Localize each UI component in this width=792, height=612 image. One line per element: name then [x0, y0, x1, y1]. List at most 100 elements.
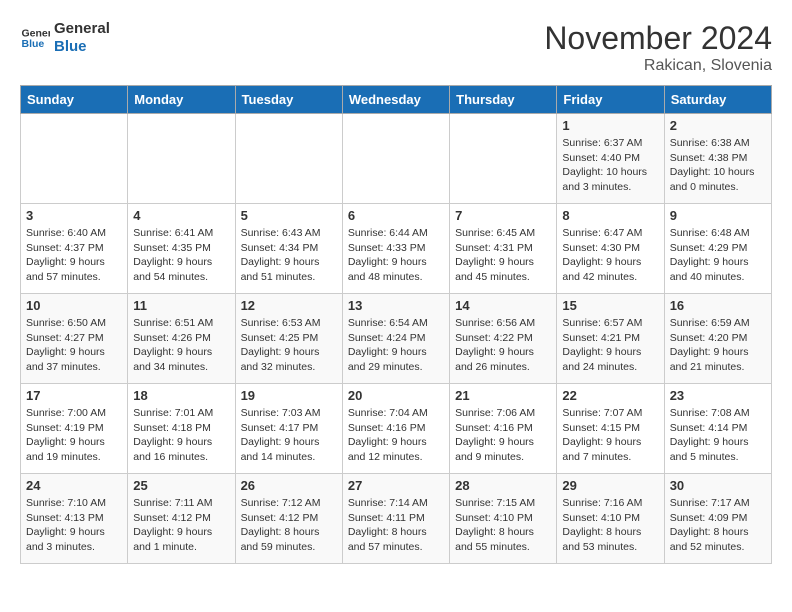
day-info: Sunrise: 7:00 AM Sunset: 4:19 PM Dayligh…: [26, 406, 122, 465]
calendar-cell: 8 Sunrise: 6:47 AM Sunset: 4:30 PM Daylig…: [557, 204, 664, 294]
week-row-4: 24 Sunrise: 7:10 AM Sunset: 4:13 PM Dayli…: [21, 474, 772, 564]
day-number: 24: [26, 478, 122, 493]
header-row: SundayMondayTuesdayWednesdayThursdayFrid…: [21, 86, 772, 114]
day-info: Sunrise: 7:17 AM Sunset: 4:09 PM Dayligh…: [670, 496, 766, 555]
day-number: 8: [562, 208, 658, 223]
calendar-body: 1 Sunrise: 6:37 AM Sunset: 4:40 PM Daylig…: [21, 114, 772, 564]
svg-text:Blue: Blue: [22, 38, 45, 50]
calendar-cell: 26 Sunrise: 7:12 AM Sunset: 4:12 PM Dayli…: [235, 474, 342, 564]
calendar-cell: 27 Sunrise: 7:14 AM Sunset: 4:11 PM Dayli…: [342, 474, 449, 564]
day-number: 29: [562, 478, 658, 493]
day-number: 18: [133, 388, 229, 403]
day-info: Sunrise: 7:12 AM Sunset: 4:12 PM Dayligh…: [241, 496, 337, 555]
calendar-cell: [128, 114, 235, 204]
day-number: 5: [241, 208, 337, 223]
day-number: 10: [26, 298, 122, 313]
day-info: Sunrise: 6:50 AM Sunset: 4:27 PM Dayligh…: [26, 316, 122, 375]
calendar-cell: 5 Sunrise: 6:43 AM Sunset: 4:34 PM Daylig…: [235, 204, 342, 294]
logo-icon: General Blue: [20, 23, 50, 53]
calendar-cell: 25 Sunrise: 7:11 AM Sunset: 4:12 PM Dayli…: [128, 474, 235, 564]
calendar-cell: [450, 114, 557, 204]
calendar-cell: 30 Sunrise: 7:17 AM Sunset: 4:09 PM Dayli…: [664, 474, 771, 564]
calendar-cell: 1 Sunrise: 6:37 AM Sunset: 4:40 PM Daylig…: [557, 114, 664, 204]
day-number: 30: [670, 478, 766, 493]
calendar-cell: [235, 114, 342, 204]
weekday-header-sunday: Sunday: [21, 86, 128, 114]
calendar-cell: 21Sunrise: 7:06 AM Sunset: 4:16 PM Dayli…: [450, 384, 557, 474]
calendar-cell: 15 Sunrise: 6:57 AM Sunset: 4:21 PM Dayli…: [557, 294, 664, 384]
title-block: November 2024 Rakican, Slovenia: [544, 20, 772, 75]
day-number: 27: [348, 478, 444, 493]
logo: General Blue General Blue: [20, 20, 110, 56]
day-info: Sunrise: 7:15 AM Sunset: 4:10 PM Dayligh…: [455, 496, 551, 555]
day-info: Sunrise: 7:16 AM Sunset: 4:10 PM Dayligh…: [562, 496, 658, 555]
day-info: Sunrise: 6:44 AM Sunset: 4:33 PM Dayligh…: [348, 226, 444, 285]
day-number: 17: [26, 388, 122, 403]
calendar-cell: 11Sunrise: 6:51 AM Sunset: 4:26 PM Dayli…: [128, 294, 235, 384]
location: Rakican, Slovenia: [544, 57, 772, 75]
day-info: Sunrise: 6:59 AM Sunset: 4:20 PM Dayligh…: [670, 316, 766, 375]
calendar-cell: 22Sunrise: 7:07 AM Sunset: 4:15 PM Dayli…: [557, 384, 664, 474]
day-info: Sunrise: 6:37 AM Sunset: 4:40 PM Dayligh…: [562, 136, 658, 195]
calendar-cell: 16 Sunrise: 6:59 AM Sunset: 4:20 PM Dayli…: [664, 294, 771, 384]
weekday-header-tuesday: Tuesday: [235, 86, 342, 114]
day-info: Sunrise: 7:11 AM Sunset: 4:12 PM Dayligh…: [133, 496, 229, 555]
calendar-cell: 18 Sunrise: 7:01 AM Sunset: 4:18 PM Dayli…: [128, 384, 235, 474]
calendar-cell: 12Sunrise: 6:53 AM Sunset: 4:25 PM Dayli…: [235, 294, 342, 384]
calendar-cell: 17 Sunrise: 7:00 AM Sunset: 4:19 PM Dayli…: [21, 384, 128, 474]
day-number: 13: [348, 298, 444, 313]
day-info: Sunrise: 6:56 AM Sunset: 4:22 PM Dayligh…: [455, 316, 551, 375]
calendar-cell: 2Sunrise: 6:38 AM Sunset: 4:38 PM Daylig…: [664, 114, 771, 204]
day-info: Sunrise: 6:40 AM Sunset: 4:37 PM Dayligh…: [26, 226, 122, 285]
month-title: November 2024: [544, 20, 772, 57]
day-number: 12: [241, 298, 337, 313]
day-number: 26: [241, 478, 337, 493]
day-info: Sunrise: 6:38 AM Sunset: 4:38 PM Dayligh…: [670, 136, 766, 195]
logo-line1: General: [54, 20, 110, 38]
day-info: Sunrise: 6:57 AM Sunset: 4:21 PM Dayligh…: [562, 316, 658, 375]
day-info: Sunrise: 6:48 AM Sunset: 4:29 PM Dayligh…: [670, 226, 766, 285]
day-info: Sunrise: 7:03 AM Sunset: 4:17 PM Dayligh…: [241, 406, 337, 465]
day-info: Sunrise: 7:14 AM Sunset: 4:11 PM Dayligh…: [348, 496, 444, 555]
day-number: 3: [26, 208, 122, 223]
day-info: Sunrise: 6:47 AM Sunset: 4:30 PM Dayligh…: [562, 226, 658, 285]
day-number: 16: [670, 298, 766, 313]
week-row-0: 1 Sunrise: 6:37 AM Sunset: 4:40 PM Daylig…: [21, 114, 772, 204]
day-info: Sunrise: 6:45 AM Sunset: 4:31 PM Dayligh…: [455, 226, 551, 285]
day-number: 22: [562, 388, 658, 403]
calendar-cell: 13 Sunrise: 6:54 AM Sunset: 4:24 PM Dayli…: [342, 294, 449, 384]
day-number: 1: [562, 118, 658, 133]
day-info: Sunrise: 7:01 AM Sunset: 4:18 PM Dayligh…: [133, 406, 229, 465]
calendar-cell: 10 Sunrise: 6:50 AM Sunset: 4:27 PM Dayli…: [21, 294, 128, 384]
page-header: General Blue General Blue November 2024 …: [20, 20, 772, 75]
calendar-cell: 28 Sunrise: 7:15 AM Sunset: 4:10 PM Dayli…: [450, 474, 557, 564]
logo-line2: Blue: [54, 38, 110, 56]
calendar-cell: 14Sunrise: 6:56 AM Sunset: 4:22 PM Dayli…: [450, 294, 557, 384]
calendar-cell: 9 Sunrise: 6:48 AM Sunset: 4:29 PM Daylig…: [664, 204, 771, 294]
day-info: Sunrise: 6:51 AM Sunset: 4:26 PM Dayligh…: [133, 316, 229, 375]
calendar-cell: 24 Sunrise: 7:10 AM Sunset: 4:13 PM Dayli…: [21, 474, 128, 564]
day-info: Sunrise: 7:04 AM Sunset: 4:16 PM Dayligh…: [348, 406, 444, 465]
calendar-cell: 23Sunrise: 7:08 AM Sunset: 4:14 PM Dayli…: [664, 384, 771, 474]
day-number: 9: [670, 208, 766, 223]
day-info: Sunrise: 6:43 AM Sunset: 4:34 PM Dayligh…: [241, 226, 337, 285]
day-number: 28: [455, 478, 551, 493]
day-info: Sunrise: 6:54 AM Sunset: 4:24 PM Dayligh…: [348, 316, 444, 375]
calendar-cell: 4Sunrise: 6:41 AM Sunset: 4:35 PM Daylig…: [128, 204, 235, 294]
day-number: 15: [562, 298, 658, 313]
week-row-2: 10 Sunrise: 6:50 AM Sunset: 4:27 PM Dayli…: [21, 294, 772, 384]
calendar-cell: 20 Sunrise: 7:04 AM Sunset: 4:16 PM Dayli…: [342, 384, 449, 474]
calendar-cell: 19 Sunrise: 7:03 AM Sunset: 4:17 PM Dayli…: [235, 384, 342, 474]
day-info: Sunrise: 6:41 AM Sunset: 4:35 PM Dayligh…: [133, 226, 229, 285]
weekday-header-thursday: Thursday: [450, 86, 557, 114]
day-info: Sunrise: 7:06 AM Sunset: 4:16 PM Dayligh…: [455, 406, 551, 465]
day-number: 25: [133, 478, 229, 493]
day-number: 23: [670, 388, 766, 403]
day-number: 20: [348, 388, 444, 403]
calendar-cell: [21, 114, 128, 204]
day-info: Sunrise: 7:10 AM Sunset: 4:13 PM Dayligh…: [26, 496, 122, 555]
weekday-header-friday: Friday: [557, 86, 664, 114]
day-number: 19: [241, 388, 337, 403]
weekday-header-saturday: Saturday: [664, 86, 771, 114]
calendar-cell: 6Sunrise: 6:44 AM Sunset: 4:33 PM Daylig…: [342, 204, 449, 294]
